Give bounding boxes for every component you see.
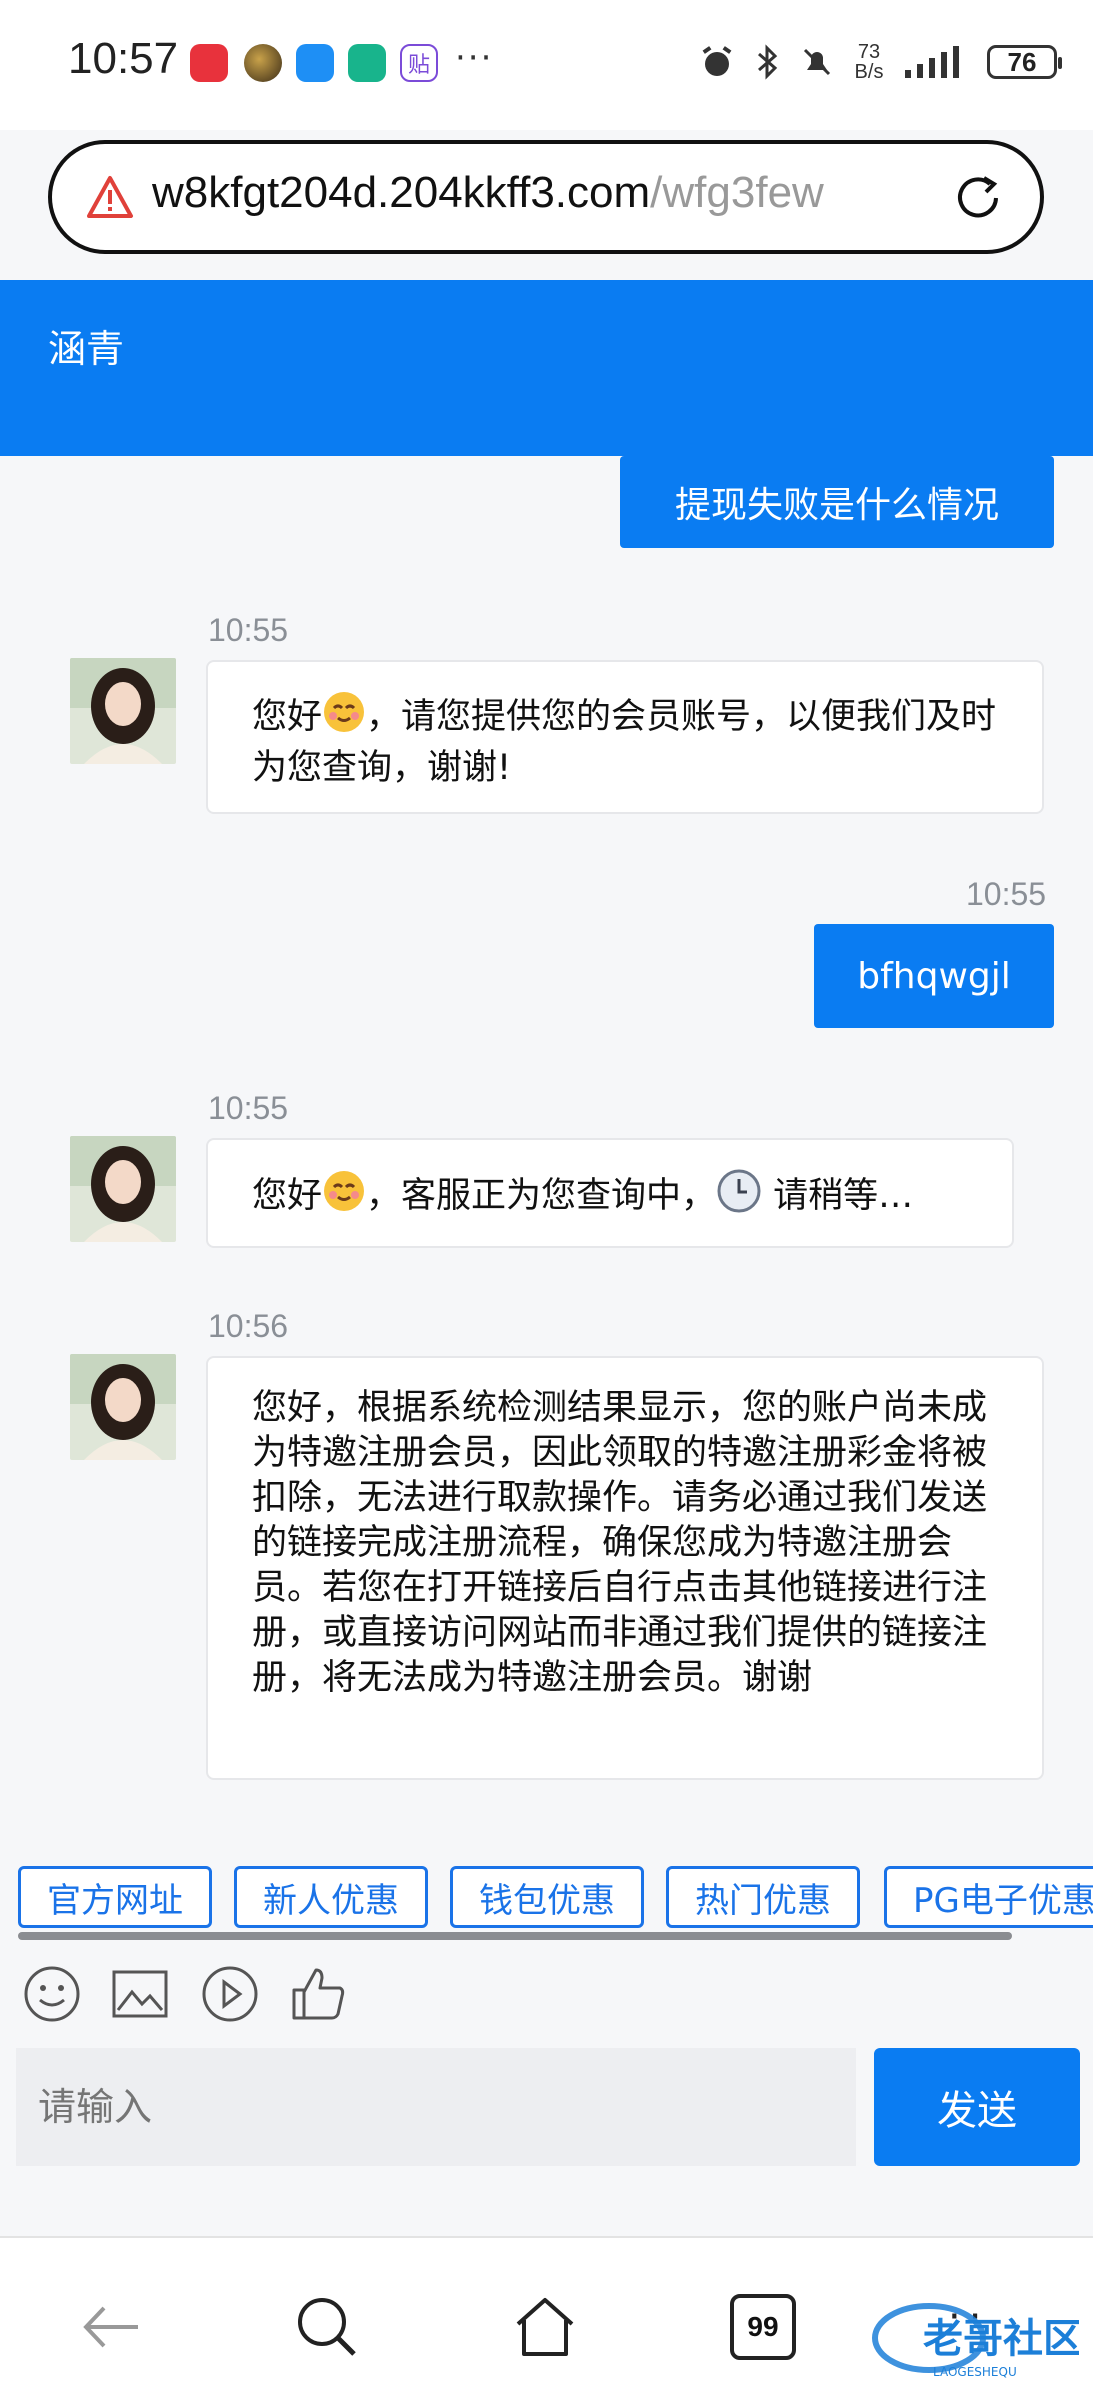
message-time: 10:55 (966, 876, 1047, 912)
mute-icon (803, 48, 831, 76)
quick-button-hot-offer[interactable]: 热门优惠 (666, 1866, 860, 1928)
browser-nav-bar: 99 ·· 老哥社区 LAOGESHEQU (0, 2236, 1093, 2402)
svg-text:LAOGESHEQU: LAOGESHEQU (933, 2365, 1017, 2379)
clock: 10:57 (68, 34, 179, 83)
bluetooth-icon (758, 44, 778, 80)
status-bar: 10:57 贴 ··· 73 B/s 76 (0, 0, 1093, 130)
image-icon[interactable] (110, 1964, 170, 2024)
more-notifications-icon: ··· (455, 38, 494, 78)
quick-button-wallet-offer[interactable]: 钱包优惠 (450, 1866, 644, 1928)
agent-avatar (70, 1136, 176, 1242)
quick-reply-bar[interactable]: 官方网址 新人优惠 钱包优惠 热门优惠 PG电子优惠 (0, 1866, 1093, 1932)
warning-icon[interactable] (86, 174, 134, 220)
reload-icon[interactable] (950, 170, 1006, 226)
signal-icon (905, 46, 959, 78)
emoji-icon[interactable] (22, 1964, 82, 2024)
status-icons: 73 B/s 76 (699, 40, 1062, 84)
agent-avatar (70, 1354, 176, 1460)
back-icon[interactable] (78, 2294, 144, 2360)
message-time: 10:56 (208, 1308, 289, 1344)
message-app-icon (296, 44, 334, 82)
sticker-app-icon: 贴 (400, 44, 438, 82)
agent-name: 涵青 (48, 327, 125, 371)
home-icon[interactable] (512, 2294, 578, 2360)
user-message: 提现失败是什么情况 (620, 456, 1054, 548)
clock-emoji-icon (716, 1168, 762, 1226)
address-bar[interactable]: w8kfgt204d.204kkff3.com/wfg3few (48, 140, 1044, 254)
quick-button-pg-offer[interactable]: PG电子优惠 (884, 1866, 1093, 1928)
tabs-button[interactable]: 99 (730, 2294, 796, 2360)
thumbs-up-icon[interactable] (288, 1964, 348, 2024)
smile-emoji-icon (322, 1169, 366, 1225)
game-app-icon (244, 44, 282, 82)
message-time: 10:55 (208, 1090, 289, 1126)
huawei-store-icon (190, 44, 228, 82)
watermark-logo: 老哥社区 LAOGESHEQU (869, 2294, 1083, 2384)
agent-avatar (70, 658, 176, 764)
message-input[interactable] (16, 2048, 856, 2166)
agent-message: 您好 ，客服正为您查询中， 请稍等… (206, 1138, 1014, 1248)
quick-button-newcomer-offer[interactable]: 新人优惠 (234, 1866, 428, 1928)
chat-header: 涵青 (0, 280, 1093, 456)
agent-message: 您好 ，请您提供您的会员账号，以便我们及时为您查询，谢谢! (206, 660, 1044, 814)
svg-text:老哥社区: 老哥社区 (923, 2316, 1079, 2362)
agent-message: 您好，根据系统检测结果显示，您的账户尚未成为特邀注册会员，因此领取的特邀注册彩金… (206, 1356, 1044, 1780)
smile-emoji-icon (322, 690, 366, 746)
battery-indicator: 76 (987, 45, 1062, 79)
url-text[interactable]: w8kfgt204d.204kkff3.com/wfg3few (152, 168, 952, 218)
horizontal-scrollbar[interactable] (18, 1932, 1012, 1940)
network-speed: 73 B/s (854, 41, 884, 83)
video-icon[interactable] (200, 1964, 260, 2024)
quick-button-official-site[interactable]: 官方网址 (18, 1866, 212, 1928)
assistant-app-icon (348, 44, 386, 82)
message-time: 10:55 (208, 612, 289, 648)
send-button[interactable]: 发送 (874, 2048, 1080, 2166)
alarm-icon (702, 46, 732, 76)
user-message: bfhqwgjl (814, 924, 1054, 1028)
search-icon[interactable] (294, 2294, 360, 2360)
